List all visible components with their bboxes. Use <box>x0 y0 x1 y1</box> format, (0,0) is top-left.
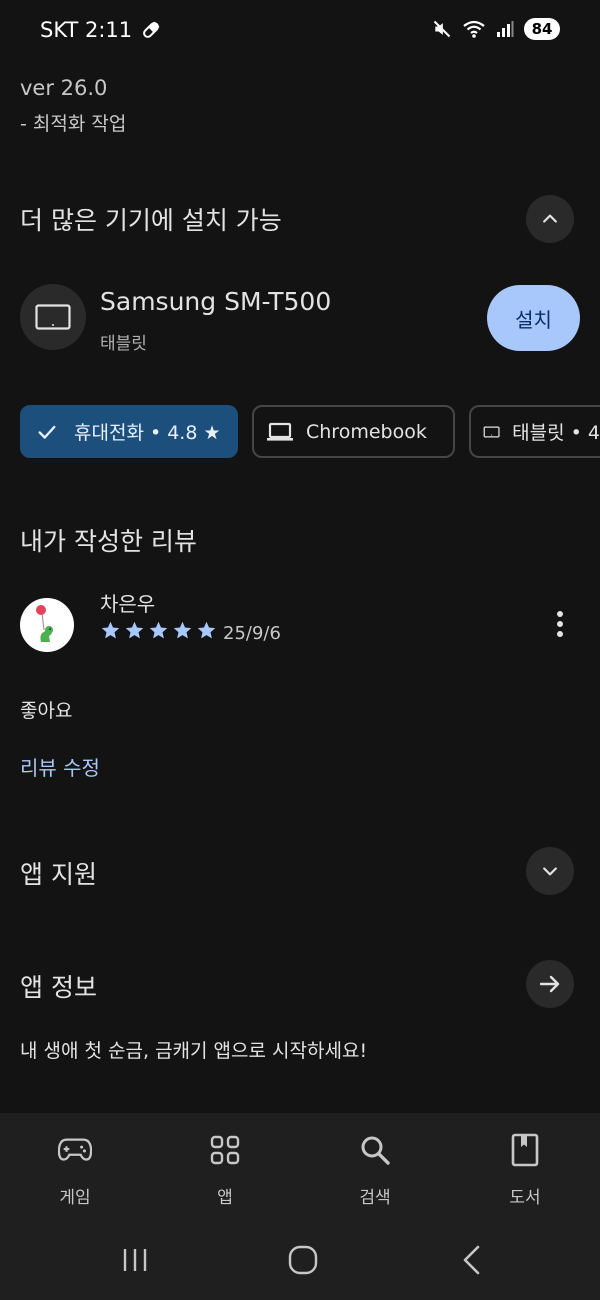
expand-app-support-button[interactable] <box>526 847 574 895</box>
tablet-icon <box>35 304 71 330</box>
bottom-nav: 게임 앱 검색 도서 <box>0 1113 600 1220</box>
chip-phone[interactable]: 휴대전화 • 4.8 ★ <box>20 405 238 458</box>
status-carrier-time: SKT 2:11 <box>40 18 133 42</box>
home-icon <box>288 1245 318 1275</box>
arrow-right-icon <box>539 975 560 993</box>
app-support-title: 앱 지원 <box>20 860 97 889</box>
back-icon <box>463 1245 480 1275</box>
nav-apps[interactable]: 앱 <box>165 1113 285 1208</box>
book-icon <box>511 1133 539 1167</box>
check-icon <box>38 425 56 439</box>
mute-icon <box>433 20 451 38</box>
nav-apps-label: 앱 <box>217 1188 233 1208</box>
apps-grid-icon <box>210 1135 240 1165</box>
signal-icon <box>497 21 514 37</box>
pill-icon <box>143 21 160 38</box>
chevron-down-icon <box>543 867 557 876</box>
recents-icon <box>123 1249 147 1271</box>
back-button[interactable] <box>447 1238 497 1282</box>
rating-stars <box>100 620 217 641</box>
reviewer-name: 차은우 <box>100 592 156 616</box>
nav-games[interactable]: 게임 <box>15 1113 135 1208</box>
star-icon <box>173 621 192 639</box>
edit-review-link[interactable]: 리뷰 수정 <box>20 752 100 781</box>
home-button[interactable] <box>278 1238 328 1282</box>
version-note: - 최적화 작업 <box>20 113 127 135</box>
chip-chromebook[interactable]: Chromebook <box>252 405 455 458</box>
chip-chromebook-label: Chromebook <box>306 420 427 443</box>
review-more-button[interactable] <box>546 606 574 642</box>
review-section-title: 내가 작성한 리뷰 <box>20 527 197 556</box>
device-icon-circle <box>20 284 86 350</box>
search-icon <box>361 1136 390 1165</box>
app-info-title: 앱 정보 <box>20 973 97 1002</box>
nav-search-label: 검색 <box>359 1188 391 1208</box>
version-label: ver 26.0 <box>20 76 108 100</box>
review-date: 25/9/6 <box>223 623 281 644</box>
tablet-icon <box>483 425 500 438</box>
star-icon <box>149 621 168 639</box>
nav-books-label: 도서 <box>509 1188 541 1208</box>
star-icon <box>125 621 144 639</box>
device-name: Samsung SM-T500 <box>100 287 332 316</box>
nav-games-label: 게임 <box>59 1188 91 1208</box>
gamepad-icon <box>58 1138 92 1161</box>
install-button[interactable]: 설치 <box>487 285 580 351</box>
wifi-icon <box>463 20 485 38</box>
review-text: 좋아요 <box>20 700 73 722</box>
chip-phone-label: 휴대전화 • 4.8 ★ <box>74 422 221 444</box>
app-description: 내 생애 첫 순금, 금캐기 앱으로 시작하세요! <box>20 1040 368 1062</box>
battery-indicator: 84 <box>524 18 560 40</box>
devices-section-title: 더 많은 기기에 설치 가능 <box>20 206 282 235</box>
collapse-devices-button[interactable] <box>526 195 574 243</box>
recents-button[interactable] <box>110 1238 160 1282</box>
device-type: 태블릿 <box>100 334 147 354</box>
star-icon <box>197 621 216 639</box>
nav-search[interactable]: 검색 <box>315 1113 435 1208</box>
avatar <box>20 598 74 652</box>
star-icon <box>101 621 120 639</box>
chevron-up-icon <box>543 214 557 223</box>
nav-books[interactable]: 도서 <box>465 1113 585 1208</box>
status-bar: SKT 2:11 84 <box>0 0 600 60</box>
system-nav-bar <box>0 1220 600 1300</box>
app-info-arrow-button[interactable] <box>526 960 574 1008</box>
chip-tablet-label: 태블릿 • 4 <box>512 422 600 444</box>
more-vert-icon <box>557 611 563 637</box>
laptop-icon <box>267 422 293 441</box>
chip-tablet[interactable]: 태블릿 • 4 <box>469 405 600 458</box>
